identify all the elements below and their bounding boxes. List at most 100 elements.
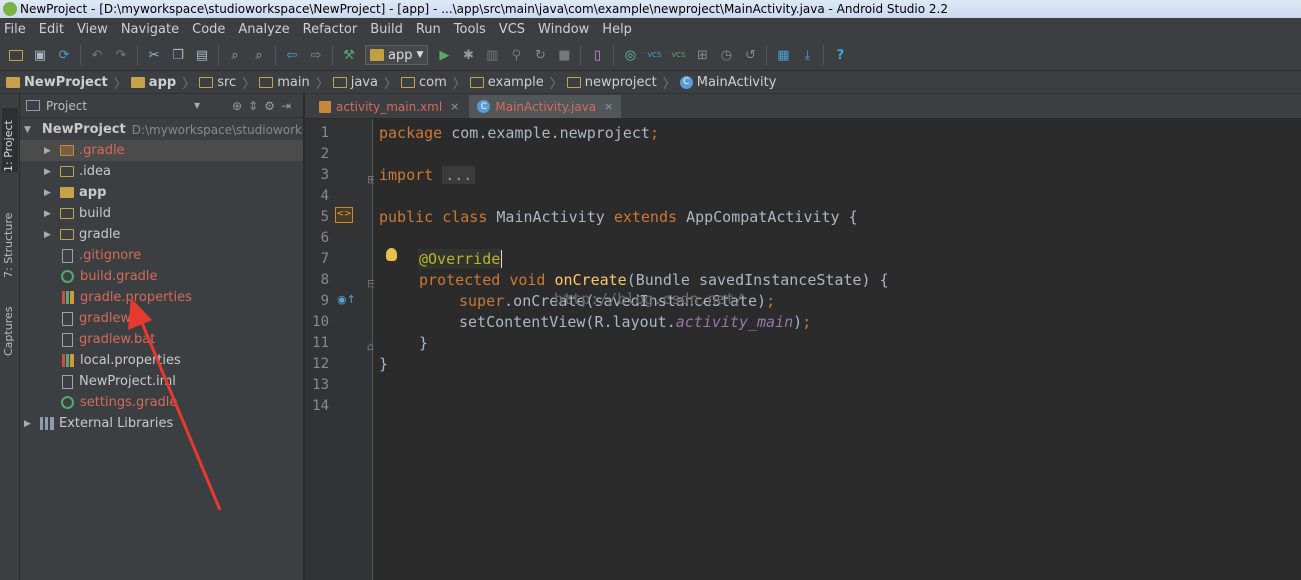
vcs-compare-icon[interactable]: ⊞	[693, 46, 711, 64]
revert-icon[interactable]: ↺	[741, 46, 759, 64]
project-view-select[interactable]: Project	[46, 99, 186, 113]
breadcrumb-item[interactable]: main 〉	[259, 73, 329, 92]
tree-item[interactable]: ▶ gradle	[20, 224, 303, 245]
android-monitor-icon[interactable]: ◎	[621, 46, 639, 64]
tree-item[interactable]: gradlew	[20, 308, 303, 329]
close-icon[interactable]: ×	[450, 100, 459, 113]
tab-project-tool[interactable]: 1: Project	[2, 108, 18, 172]
replace-icon[interactable]: ⌕	[250, 46, 268, 64]
help-icon[interactable]: ?	[831, 46, 849, 64]
menu-build[interactable]: Build	[370, 22, 403, 37]
close-icon[interactable]: ×	[604, 100, 613, 113]
tree-item[interactable]: local.properties	[20, 350, 303, 371]
breadcrumb-item[interactable]: C MainActivity	[679, 75, 776, 90]
attach-debugger-icon[interactable]: ⚲	[507, 46, 525, 64]
code-line-12: }	[419, 334, 429, 352]
tree-item[interactable]: ▶ .idea	[20, 161, 303, 182]
back-icon[interactable]: ⇦	[283, 46, 301, 64]
breadcrumb-item[interactable]: java 〉	[332, 73, 397, 92]
menu-view[interactable]: View	[77, 22, 108, 37]
title-bar: NewProject - [D:\myworkspace\studioworks…	[0, 0, 1301, 18]
menu-run[interactable]: Run	[416, 22, 441, 37]
sdk-manager-icon[interactable]: ⤓	[798, 46, 816, 64]
expand-arrow-icon[interactable]: ▶	[44, 167, 54, 177]
collapse-all-icon[interactable]: ⇕	[248, 99, 264, 113]
line-number: 6	[320, 230, 329, 246]
module-icon	[130, 76, 145, 88]
vcs-update-icon[interactable]: VCS	[645, 46, 663, 64]
make-project-icon[interactable]: ⚒	[340, 46, 358, 64]
tree-item[interactable]: gradlew.bat	[20, 329, 303, 350]
line-number: 1	[320, 125, 329, 141]
avd-manager-icon[interactable]: ▯	[588, 46, 606, 64]
breadcrumb-item[interactable]: NewProject 〉	[6, 73, 127, 92]
tree-root[interactable]: ▼ NewProject D:\myworkspace\studioworksp…	[20, 119, 303, 140]
expand-arrow-icon[interactable]: ▶	[44, 188, 54, 198]
apply-changes-icon[interactable]: ↻	[531, 46, 549, 64]
code-editor[interactable]: package com.example.newproject; import .…	[374, 119, 1301, 580]
tab-activity-main-xml[interactable]: activity_main.xml ×	[311, 95, 467, 118]
paste-icon[interactable]: ▤	[193, 46, 211, 64]
breadcrumb-item[interactable]: src 〉	[199, 73, 255, 92]
vcs-commit-icon[interactable]: VCS	[669, 46, 687, 64]
debug-icon[interactable]: ✱	[459, 46, 477, 64]
tree-item[interactable]: .gitignore	[20, 245, 303, 266]
stop-icon[interactable]: ■	[555, 46, 573, 64]
gear-icon[interactable]: ⚙	[264, 99, 281, 113]
breadcrumb-item[interactable]: app 〉	[130, 73, 195, 92]
find-icon[interactable]: ⌕	[226, 46, 244, 64]
tab-main-activity-java[interactable]: C MainActivity.java ×	[469, 95, 622, 118]
menu-file[interactable]: File	[4, 22, 26, 37]
run-config-select[interactable]: app ▼	[365, 45, 429, 65]
cut-icon[interactable]: ✂	[145, 46, 163, 64]
tree-item[interactable]: ▶ app	[20, 182, 303, 203]
undo-icon[interactable]: ↶	[88, 46, 106, 64]
tab-structure-tool[interactable]: 7: Structure	[2, 198, 18, 278]
menu-help[interactable]: Help	[602, 22, 632, 37]
breadcrumb-item[interactable]: newproject 〉	[566, 73, 676, 92]
menu-navigate[interactable]: Navigate	[121, 22, 179, 37]
copy-icon[interactable]: ❐	[169, 46, 187, 64]
menu-refactor[interactable]: Refactor	[303, 22, 358, 37]
expand-arrow-icon[interactable]: ▶	[44, 230, 54, 240]
chevron-down-icon[interactable]: ▼	[194, 101, 200, 110]
save-icon[interactable]: ▣	[31, 46, 49, 64]
menu-code[interactable]: Code	[192, 22, 225, 37]
breadcrumb-item[interactable]: com 〉	[400, 73, 466, 92]
run-icon[interactable]: ▶	[435, 46, 453, 64]
expand-arrow-icon[interactable]: ▶	[44, 146, 54, 156]
breadcrumb-item[interactable]: example 〉	[469, 73, 563, 92]
override-marker-icon[interactable]: ◉↑	[337, 293, 356, 306]
menu-tools[interactable]: Tools	[454, 22, 486, 37]
lightbulb-icon[interactable]	[386, 248, 397, 261]
expand-arrow-icon[interactable]: ▶	[24, 419, 34, 429]
forward-icon[interactable]: ⇨	[307, 46, 325, 64]
menu-analyze[interactable]: Analyze	[238, 22, 289, 37]
run-config-label: app	[388, 47, 413, 63]
expand-arrow-icon[interactable]: ▼	[24, 125, 31, 135]
menu-edit[interactable]: Edit	[39, 22, 64, 37]
activity-layout-icon[interactable]: <>	[335, 207, 353, 223]
expand-arrow-icon[interactable]: ▶	[44, 209, 54, 219]
tree-item[interactable]: ▶ build	[20, 203, 303, 224]
profile-icon[interactable]: ▥	[483, 46, 501, 64]
project-structure-icon[interactable]: ▦	[774, 46, 792, 64]
tree-item[interactable]: ▶ External Libraries	[20, 413, 303, 434]
menu-vcs[interactable]: VCS	[499, 22, 525, 37]
folded-imports[interactable]: ...	[442, 166, 476, 184]
tree-item[interactable]: NewProject.iml	[20, 371, 303, 392]
hide-icon[interactable]: ⇥	[281, 99, 297, 113]
panel-actions: ⊕⇕⚙⇥	[232, 99, 297, 113]
tree-item[interactable]: build.gradle	[20, 266, 303, 287]
sync-icon[interactable]: ⟳	[55, 46, 73, 64]
scroll-from-source-icon[interactable]: ⊕	[232, 99, 248, 113]
tree-item[interactable]: settings.gradle	[20, 392, 303, 413]
menu-window[interactable]: Window	[538, 22, 589, 37]
tree-item[interactable]: gradle.properties	[20, 287, 303, 308]
vcs-history-icon[interactable]: ◷	[717, 46, 735, 64]
fold-end-icon[interactable]: ⌂	[367, 340, 374, 353]
open-folder-icon[interactable]	[7, 46, 25, 64]
tab-captures-tool[interactable]: Captures	[2, 294, 18, 356]
tree-item[interactable]: ▶ .gradle	[20, 140, 303, 161]
redo-icon[interactable]: ↷	[112, 46, 130, 64]
